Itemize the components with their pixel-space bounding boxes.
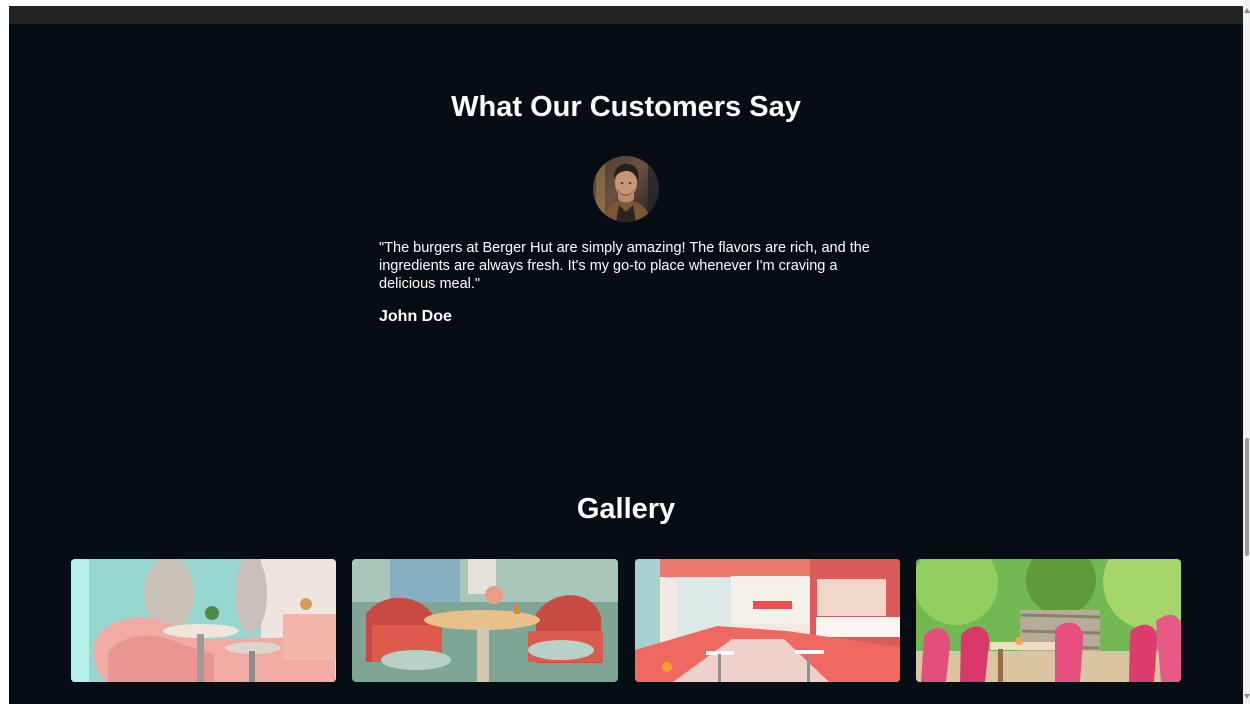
page-viewport: What Our Customers Say "The burgers at B… [9, 6, 1243, 704]
scroll-down-icon[interactable] [1244, 694, 1250, 699]
page-scrollbar[interactable] [1243, 0, 1250, 704]
previous-section-edge [9, 6, 1243, 24]
customer-avatar [593, 156, 659, 222]
scrollbar-thumb[interactable] [1245, 438, 1249, 556]
gallery-image-pink-mint-booth[interactable] [71, 559, 336, 682]
testimonial-author: John Doe [379, 308, 452, 325]
testimonials-title: What Our Customers Say [451, 91, 801, 123]
gallery-image-red-diner-counter[interactable] [635, 559, 900, 682]
scroll-up-icon[interactable] [1244, 8, 1250, 13]
gallery-image-garden-patio[interactable] [916, 559, 1181, 682]
gallery-title: Gallery [576, 493, 676, 525]
gallery-image-red-booth-table[interactable] [352, 559, 618, 682]
testimonial-quote: "The burgers at Berger Hut are simply am… [379, 240, 870, 292]
